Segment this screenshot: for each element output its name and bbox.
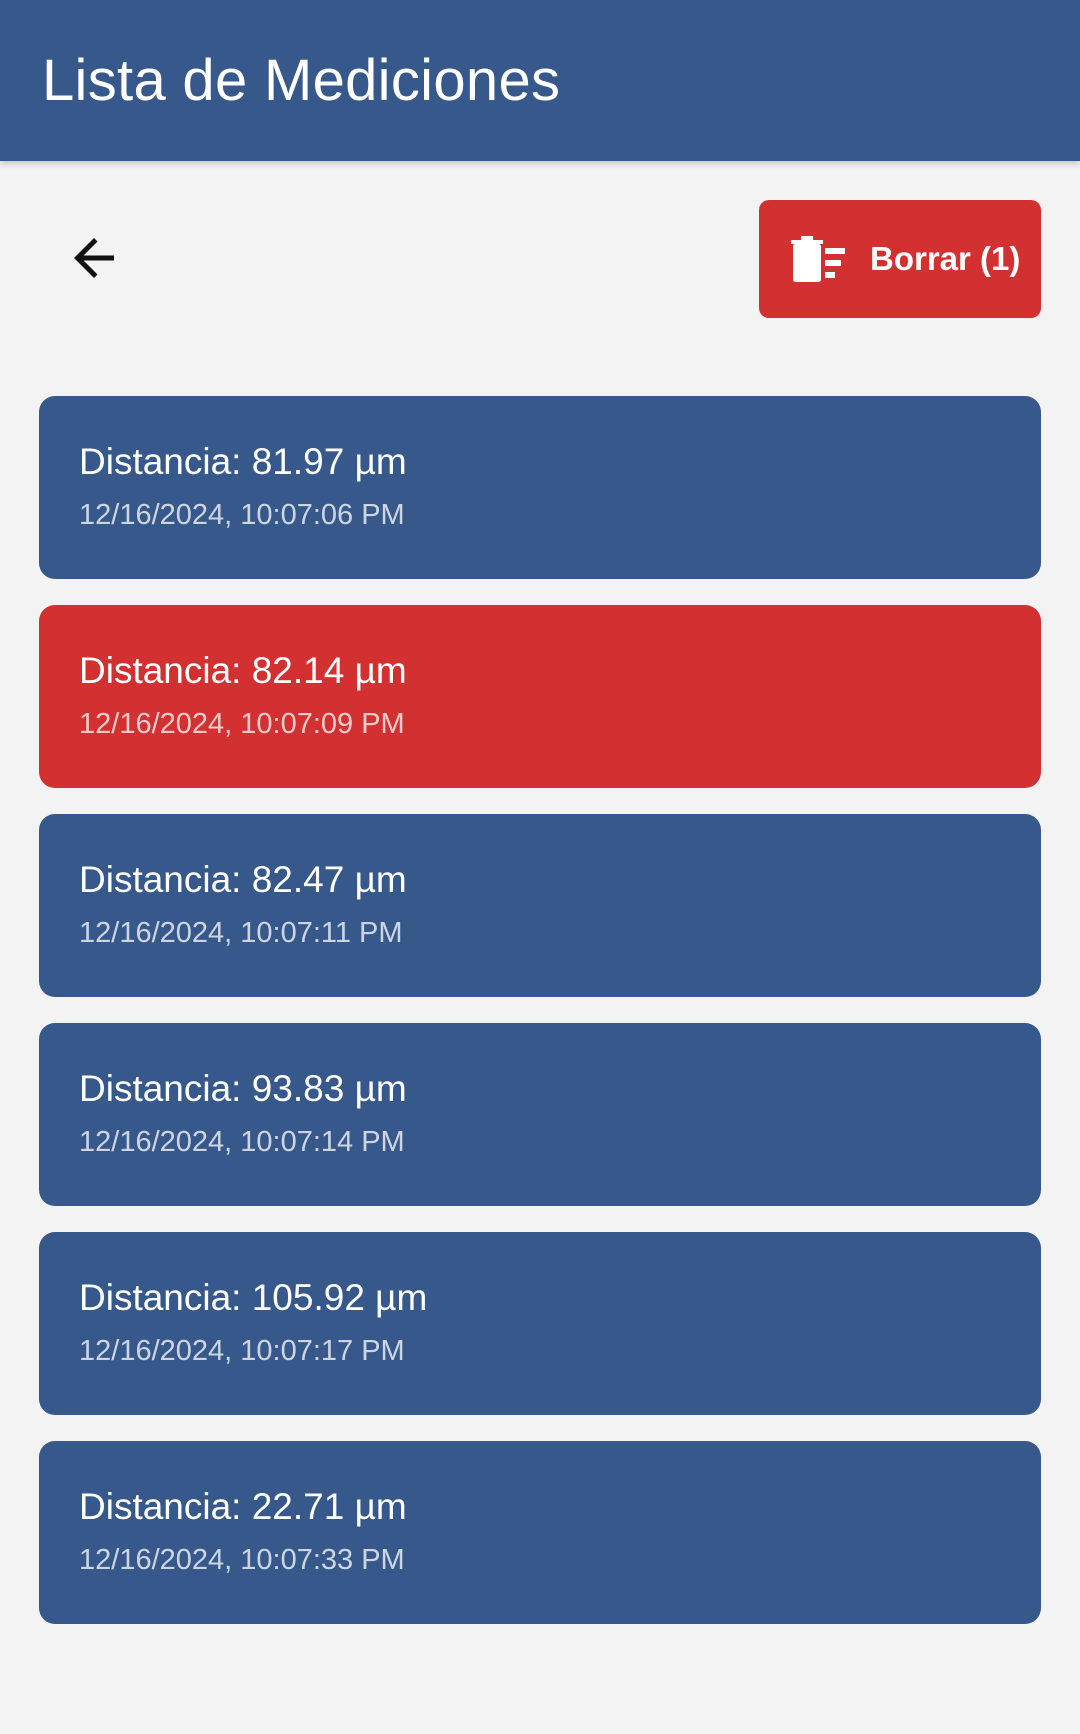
measurement-distance: Distancia: 22.71 µm — [79, 1486, 407, 1527]
delete-sweep-icon — [791, 236, 849, 282]
measurement-distance: Distancia: 81.97 µm — [79, 441, 407, 482]
measurement-item[interactable]: Distancia: 105.92 µm 12/16/2024, 10:07:1… — [39, 1232, 1041, 1415]
measurement-timestamp: 12/16/2024, 10:07:06 PM — [79, 499, 405, 531]
measurement-distance: Distancia: 93.83 µm — [79, 1068, 407, 1109]
measurement-item[interactable]: Distancia: 22.71 µm 12/16/2024, 10:07:33… — [39, 1441, 1041, 1624]
measurement-timestamp: 12/16/2024, 10:07:11 PM — [79, 917, 403, 949]
measurement-item[interactable]: Distancia: 93.83 µm 12/16/2024, 10:07:14… — [39, 1023, 1041, 1206]
measurement-timestamp: 12/16/2024, 10:07:09 PM — [79, 708, 405, 740]
delete-selected-button[interactable]: Borrar (1) — [759, 200, 1041, 318]
measurement-distance: Distancia: 105.92 µm — [79, 1277, 428, 1318]
arrow-left-icon — [74, 238, 114, 278]
measurement-distance: Distancia: 82.47 µm — [79, 859, 407, 900]
measurement-timestamp: 12/16/2024, 10:07:33 PM — [79, 1544, 405, 1576]
page-title: Lista de Mediciones — [42, 48, 561, 113]
measurement-item[interactable]: Distancia: 82.14 µm 12/16/2024, 10:07:09… — [39, 605, 1041, 788]
measurement-list: Distancia: 81.97 µm 12/16/2024, 10:07:06… — [39, 396, 1041, 1650]
measurement-timestamp: 12/16/2024, 10:07:14 PM — [79, 1126, 405, 1158]
measurement-distance: Distancia: 82.14 µm — [79, 650, 407, 691]
back-button[interactable] — [56, 220, 132, 296]
measurement-timestamp: 12/16/2024, 10:07:17 PM — [79, 1335, 405, 1367]
delete-button-label: Borrar (1) — [870, 240, 1021, 277]
measurement-item[interactable]: Distancia: 82.47 µm 12/16/2024, 10:07:11… — [39, 814, 1041, 997]
measurement-item[interactable]: Distancia: 81.97 µm 12/16/2024, 10:07:06… — [39, 396, 1041, 579]
app-bar: Lista de Mediciones — [0, 0, 1080, 161]
